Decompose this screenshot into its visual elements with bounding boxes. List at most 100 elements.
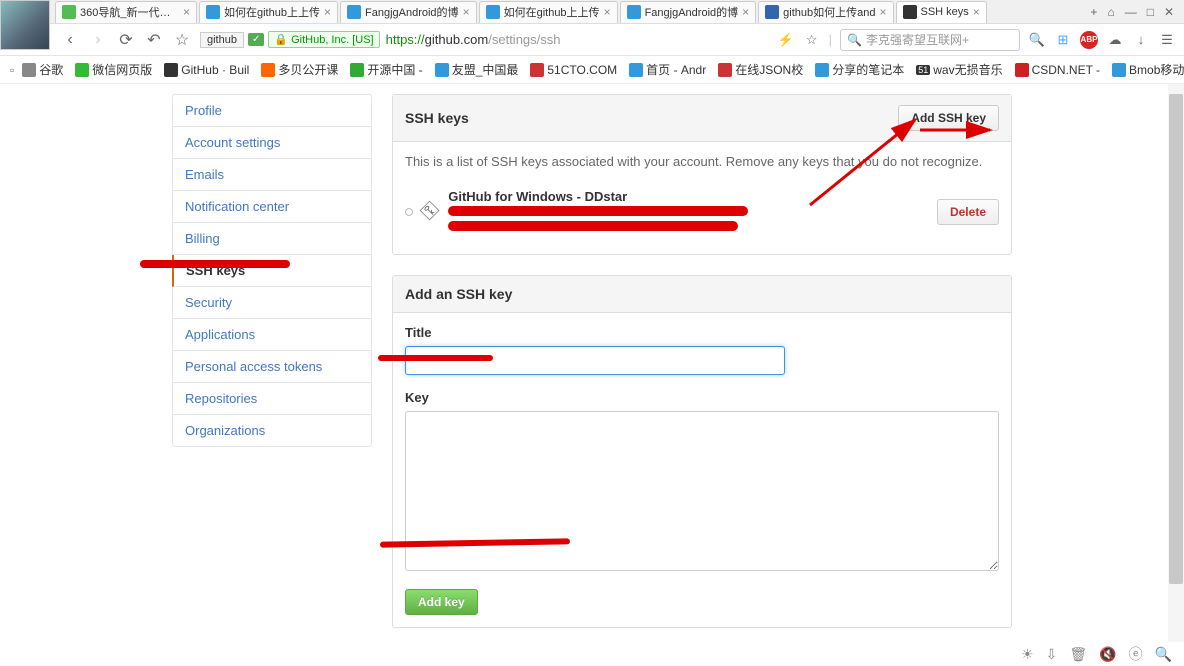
sidebar-item-personal-access-tokens[interactable]: Personal access tokens xyxy=(172,351,372,383)
sidebar-item-repositories[interactable]: Repositories xyxy=(172,383,372,415)
bookmark-item[interactable]: 51CTO.COM xyxy=(526,61,621,79)
ssh-keys-panel: SSH keys Add SSH key This is a list of S… xyxy=(392,94,1012,255)
scrollbar[interactable] xyxy=(1168,84,1184,642)
download-icon[interactable]: ↓ xyxy=(1132,31,1150,49)
minimize-button[interactable]: — xyxy=(1125,5,1137,19)
browser-tab[interactable]: 如何在github上上传 × xyxy=(479,1,618,23)
browser-tab[interactable]: 如何在github上上传× xyxy=(199,1,338,23)
bookmark-folder-icon[interactable]: ▫ xyxy=(10,61,14,79)
bookmark-item[interactable]: 首页 - Andr xyxy=(625,59,710,80)
bookmark-label: 微信网页版 xyxy=(92,61,152,78)
sidebar-item-ssh-keys[interactable]: SSH keys xyxy=(172,255,372,287)
browser-tab[interactable]: github如何上传and × xyxy=(758,1,893,23)
scrollbar-thumb[interactable] xyxy=(1169,94,1183,584)
tab-title: FangjgAndroid的博 xyxy=(365,4,459,20)
window-pin-icon[interactable]: ⌂ xyxy=(1107,5,1114,19)
star-button[interactable]: ☆ xyxy=(172,30,192,50)
bookmark-label: 谷歌 xyxy=(39,61,63,78)
browser-tab[interactable]: 360导航_新一代安全 × xyxy=(55,1,197,23)
browser-tab[interactable]: FangjgAndroid的博× xyxy=(620,1,757,23)
tab-close-icon[interactable]: × xyxy=(183,5,190,19)
settings-sidebar: ProfileAccount settingsEmailsNotificatio… xyxy=(172,94,372,656)
security-badge-icon: ✓ xyxy=(248,33,264,46)
tab-close-icon[interactable]: × xyxy=(463,5,470,19)
search-button[interactable]: 🔍 xyxy=(1028,31,1046,49)
bookmark-item[interactable]: Bmob移动后 xyxy=(1108,59,1184,80)
user-avatar[interactable] xyxy=(0,0,50,50)
tab-close-icon[interactable]: × xyxy=(742,5,749,19)
key-label: Key xyxy=(405,390,999,405)
search-input[interactable]: 🔍李克强寄望互联网+ xyxy=(840,29,1020,51)
apps-icon[interactable]: ⊞ xyxy=(1054,31,1072,49)
site-badge: github xyxy=(200,32,244,48)
status-bar: ☀ ⇩ 🗑 🔇 ⓔ 🔍 xyxy=(1009,642,1184,666)
add-panel-title: Add an SSH key xyxy=(405,286,512,302)
bookmark-item[interactable]: 在线JSON校 xyxy=(714,59,807,80)
back-button[interactable]: ‹ xyxy=(60,30,80,50)
sidebar-item-organizations[interactable]: Organizations xyxy=(172,415,372,447)
sidebar-item-emails[interactable]: Emails xyxy=(172,159,372,191)
close-button[interactable]: ✕ xyxy=(1164,5,1174,19)
delete-key-button[interactable]: Delete xyxy=(937,199,999,225)
key-textarea[interactable] xyxy=(405,411,999,571)
reload-button[interactable]: ⟳ xyxy=(116,30,136,50)
bookmark-label: wav无损音乐 xyxy=(933,61,1002,78)
sidebar-item-applications[interactable]: Applications xyxy=(172,319,372,351)
tab-close-icon[interactable]: × xyxy=(604,5,611,19)
tab-title: 如何在github上上传 xyxy=(504,4,600,20)
sidebar-item-billing[interactable]: Billing xyxy=(172,223,372,255)
forward-button[interactable]: › xyxy=(88,30,108,50)
tab-close-icon[interactable]: × xyxy=(879,5,886,19)
sidebar-item-account-settings[interactable]: Account settings xyxy=(172,127,372,159)
key-status-dot xyxy=(405,208,413,216)
favicon xyxy=(486,5,500,19)
favicon xyxy=(206,5,220,19)
bookmark-item[interactable]: 谷歌 xyxy=(18,59,67,80)
key-icon: ⚿ xyxy=(417,198,444,225)
title-input[interactable] xyxy=(405,346,785,375)
tab-close-icon[interactable]: × xyxy=(973,5,980,19)
sidebar-item-security[interactable]: Security xyxy=(172,287,372,319)
tab-title: 360导航_新一代安全 xyxy=(80,4,179,20)
undo-button[interactable]: ↶ xyxy=(144,30,164,50)
bookmark-star-icon[interactable]: ☆ xyxy=(803,31,821,49)
bookmark-item[interactable]: 分享的笔记本 xyxy=(811,59,908,80)
main-panel: SSH keys Add SSH key This is a list of S… xyxy=(392,94,1012,656)
title-label: Title xyxy=(405,325,999,340)
sun-icon[interactable]: ☀ xyxy=(1021,646,1034,663)
bookmark-item[interactable]: 微信网页版 xyxy=(71,59,156,80)
url-text: https://github.com/settings/ssh xyxy=(386,32,561,47)
bookmark-label: Bmob移动后 xyxy=(1129,61,1184,78)
bookmark-item[interactable]: GitHub · Buil xyxy=(160,61,253,79)
cloud-icon[interactable]: ☁ xyxy=(1106,31,1124,49)
tab-close-icon[interactable]: × xyxy=(324,5,331,19)
menu-icon[interactable]: ☰ xyxy=(1158,31,1176,49)
maximize-button[interactable]: □ xyxy=(1147,5,1154,19)
mute-icon[interactable]: 🔇 xyxy=(1099,646,1116,663)
adblock-icon[interactable]: ABP xyxy=(1080,31,1098,49)
browser-tab[interactable]: FangjgAndroid的博 × xyxy=(340,1,477,23)
bookmark-item[interactable]: 友盟_中国最 xyxy=(431,59,523,80)
new-tab-button[interactable]: + xyxy=(1090,5,1097,19)
panel-title: SSH keys xyxy=(405,110,469,126)
bookmark-item[interactable]: 51wav无损音乐 xyxy=(912,59,1006,80)
ssh-key-title: GitHub for Windows - DDstar xyxy=(448,189,927,204)
add-ssh-key-button[interactable]: Add SSH key xyxy=(898,105,999,131)
browser-tab[interactable]: SSH keys× xyxy=(896,1,987,23)
download-status-icon[interactable]: ⇩ xyxy=(1046,646,1058,663)
flash-icon[interactable]: ⚡ xyxy=(777,31,795,49)
sidebar-item-profile[interactable]: Profile xyxy=(172,94,372,127)
tabs: 360导航_新一代安全 × 如何在github上上传 × FangjgAndroid的博… xyxy=(55,0,1080,24)
zoom-icon[interactable]: 🔍 xyxy=(1155,646,1172,663)
favicon xyxy=(627,5,641,19)
sidebar-item-notification-center[interactable]: Notification center xyxy=(172,191,372,223)
tab-title: github如何上传and xyxy=(783,4,875,20)
url-box[interactable]: github ✓ 🔒GitHub, Inc. [US] https://gith… xyxy=(200,28,561,52)
certificate-badge[interactable]: 🔒GitHub, Inc. [US] xyxy=(268,31,379,48)
ie-mode-icon[interactable]: ⓔ xyxy=(1129,644,1143,664)
bookmark-item[interactable]: CSDN.NET - xyxy=(1011,61,1104,79)
trash-icon[interactable]: 🗑 xyxy=(1069,646,1087,663)
bookmark-item[interactable]: 开源中国 - xyxy=(346,59,426,80)
add-key-submit-button[interactable]: Add key xyxy=(405,589,478,615)
bookmark-item[interactable]: 多贝公开课 xyxy=(257,59,342,80)
